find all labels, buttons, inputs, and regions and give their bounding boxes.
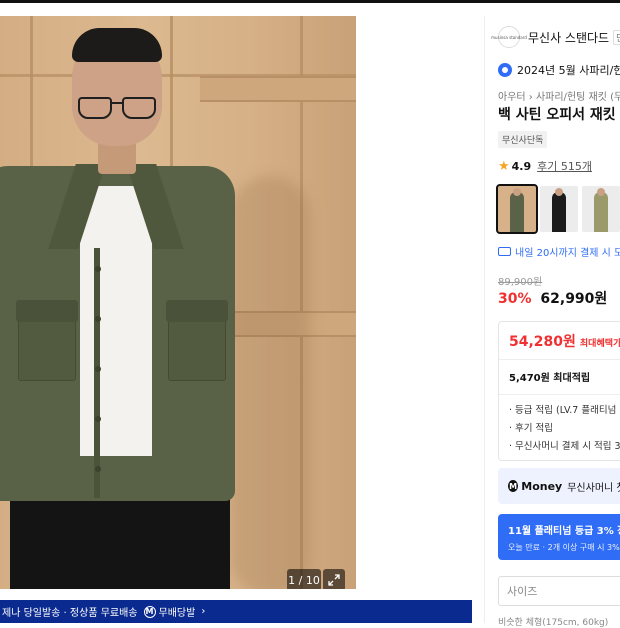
thumbnail-black[interactable] [540, 186, 578, 232]
product-main-image[interactable]: 1 / 10 [0, 16, 356, 589]
points-line: · 후기 적립 [509, 423, 554, 434]
glasses-graphic [78, 97, 112, 119]
sale-price: 62,990원 [540, 291, 608, 307]
original-price: 89,900원 [498, 277, 543, 288]
brand-logo: musinsa standard [491, 26, 527, 48]
star-icon: ★ [498, 158, 510, 174]
max-benefit-label: 최대혜택가 [579, 339, 620, 349]
truck-icon [498, 247, 511, 256]
delivery-text: 내일 20시까지 결제 시 모 [515, 248, 620, 259]
panel-divider [484, 16, 485, 623]
ranking-award[interactable]: 2024년 5월 사파리/헌팅 [498, 62, 620, 78]
award-text: 2024년 5월 사파리/헌팅 [517, 64, 620, 77]
benefit-box[interactable]: 54,280원 최대혜택가 5,470원 최대적립 · 등급 적립 (LV.7 플… [498, 321, 620, 461]
chevron-right-icon: › [201, 606, 206, 617]
brand-row[interactable]: musinsa standard 무신사 스탠다드 단독 [491, 26, 620, 48]
image-counter: 1 / 10 [287, 569, 321, 589]
max-price-value: 54,280원 [509, 334, 576, 350]
product-page: 1 / 10 제나 당일발송 · 정상품 무료배송 M 무배당발 › musin… [0, 3, 620, 628]
breadcrumb[interactable]: 아우터 › 사파리/헌팅 재킷 (무 [498, 88, 620, 103]
rating-row[interactable]: ★ 4.9 후기 515개 [498, 158, 592, 174]
rating-score: 4.9 [511, 159, 532, 173]
musinsa-pay-icon: M [143, 605, 156, 618]
brand-name[interactable]: 무신사 스탠다드 [528, 29, 609, 46]
pay-badge: M 무배당발 [143, 604, 196, 619]
expand-icon[interactable] [323, 569, 345, 589]
money-icon: M [508, 480, 519, 492]
thumbnail-khaki[interactable] [582, 186, 620, 232]
review-link[interactable]: 후기 515개 [537, 158, 592, 174]
fit-info: 비슷한 체형(175cm, 60kg) [498, 618, 609, 628]
points-line: · 등급 적립 (LV.7 플래티넘 · [509, 405, 620, 416]
product-title: 백 사틴 오피서 재킷 [크 [498, 107, 620, 123]
medal-icon [498, 63, 512, 77]
max-benefit-price: 54,280원 최대혜택가 [509, 331, 620, 351]
promo-subtitle: 오늘 만료 · 2개 이상 구매 시 3% [508, 543, 620, 552]
points-breakdown: · 등급 적립 (LV.7 플래티넘 · · 후기 적립 · 무신사머니 결제 … [509, 402, 620, 456]
money-text: 무신사머니 첫 구 [567, 482, 620, 494]
money-label: Money [521, 479, 563, 493]
points-line: · 무신사머니 결제 시 적립 3 [509, 441, 620, 452]
delivery-info[interactable]: 내일 20시까지 결제 시 모 [498, 244, 620, 259]
promo-title: 11월 플래티넘 등급 3% 장바 [508, 526, 620, 537]
exclusive-badge: 무신사단독 [498, 131, 548, 148]
brand-tag: 단독 [613, 29, 620, 45]
platinum-coupon-banner[interactable]: 11월 플래티넘 등급 3% 장바 오늘 만료 · 2개 이상 구매 시 3% [498, 514, 620, 560]
max-points: 5,470원 최대적립 [509, 373, 591, 384]
thumbnail-olive[interactable] [496, 184, 538, 234]
musinsa-money-banner[interactable]: M Money 무신사머니 첫 구 [498, 468, 620, 504]
size-select[interactable]: 사이즈 [498, 576, 620, 606]
sale-price-row: 30% 62,990원 [498, 288, 607, 308]
banner-text: 제나 당일발송 · 정상품 무료배송 [2, 608, 138, 619]
color-thumbnails [496, 184, 620, 234]
pay-label: 무배당발 [158, 608, 196, 619]
discount-rate: 30% [498, 291, 532, 307]
